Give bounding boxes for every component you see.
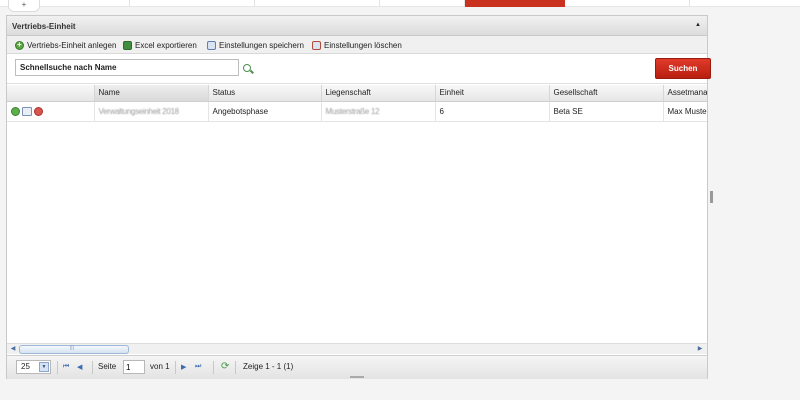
column-header-liegenschaft[interactable]: Liegenschaft [321,85,436,102]
chevron-down-icon[interactable]: ▼ [39,362,49,372]
page-count-label: von 1 [150,362,170,371]
export-excel-button[interactable]: Excel exportieren [123,40,197,51]
quick-search-input[interactable] [15,59,239,76]
pager-divider [57,361,58,374]
create-unit-label: Vertriebs-Einheit anlegen [27,41,117,50]
collapse-icon[interactable]: ▲ [695,22,701,28]
pager-divider [213,361,214,374]
export-excel-label: Excel exportieren [135,41,197,50]
page-number-input[interactable] [123,360,145,374]
delete-settings-button[interactable]: Einstellungen löschen [312,40,402,51]
horizontal-scrollbar[interactable]: ◀ ▶ [7,343,707,354]
table-delete-icon [312,41,321,50]
last-page-icon[interactable]: ⏭ [195,363,201,371]
table-row[interactable]: Verwaltungseinheit 2018 Angebotsphase Mu… [7,101,707,122]
first-page-icon[interactable]: ⏮ [63,363,69,371]
page-size-value: 25 [21,362,30,371]
edit-icon[interactable] [22,106,32,116]
search-button[interactable]: Suchen [655,58,711,79]
top-tab[interactable] [565,0,690,7]
add-circle-icon [15,40,24,50]
top-tab-strip [0,0,800,7]
cell-gesellschaft: Beta SE [549,101,664,122]
search-icon[interactable] [243,64,251,72]
data-table: Name Status Liegenschaft Einheit Gesells… [7,85,707,122]
plus-icon: + [21,0,27,9]
pager-divider [92,361,93,374]
row-actions [7,101,95,122]
save-settings-label: Einstellungen speichern [219,41,304,50]
page-label: Seite [98,362,117,371]
column-header-name[interactable]: Name [94,85,209,102]
scroll-left-icon[interactable]: ◀ [8,345,18,354]
column-header-actions [7,85,95,102]
pager-divider [235,361,236,374]
panel-resize-handle[interactable] [350,376,364,378]
delete-settings-label: Einstellungen löschen [324,41,402,50]
add-tab-button[interactable]: + [8,0,40,12]
vertical-scroll-handle[interactable] [710,191,713,203]
cell-assetmanager: Max Musterm [663,101,707,122]
page-size-select[interactable]: 25 ▼ [16,360,51,374]
sales-unit-panel: Vertriebs-Einheit ▲ Vertriebs-Einheit an… [6,15,713,379]
pager-divider [175,361,176,374]
scroll-right-icon[interactable]: ▶ [695,345,705,354]
top-tab-active[interactable] [465,0,565,7]
cell-status: Angebotsphase [208,101,322,122]
column-header-einheit[interactable]: Einheit [435,85,550,102]
cell-name: Verwaltungseinheit 2018 [94,101,209,122]
column-header-status[interactable]: Status [208,85,322,102]
stop-circle-icon[interactable] [34,106,43,116]
top-tab[interactable] [130,0,255,7]
cell-einheit: 6 [435,101,550,122]
panel-titlebar: Vertriebs-Einheit ▲ [7,16,707,36]
results-summary: Zeige 1 - 1 (1) [243,362,294,371]
column-header-assetmanager[interactable]: Assetmanag [663,85,707,102]
search-row: Suchen [7,54,711,84]
refresh-icon[interactable]: ⟳ [221,361,229,372]
horizontal-scroll-thumb[interactable] [19,345,129,354]
cell-liegenschaft: Musterstraße 12 [321,101,436,122]
toolbar: Vertriebs-Einheit anlegen Excel exportie… [7,36,707,54]
check-circle-icon[interactable] [11,106,20,116]
grid: Name Status Liegenschaft Einheit Gesells… [7,85,707,361]
excel-icon [123,41,132,50]
top-tab[interactable] [255,0,380,7]
create-unit-button[interactable]: Vertriebs-Einheit anlegen [15,40,116,51]
table-save-icon [207,41,216,50]
previous-page-icon[interactable]: ◀ [77,363,82,371]
column-header-gesellschaft[interactable]: Gesellschaft [549,85,664,102]
top-tab[interactable] [380,0,465,7]
save-settings-button[interactable]: Einstellungen speichern [207,40,304,51]
panel-title: Vertriebs-Einheit [12,22,76,31]
next-page-icon[interactable]: ▶ [181,363,186,371]
